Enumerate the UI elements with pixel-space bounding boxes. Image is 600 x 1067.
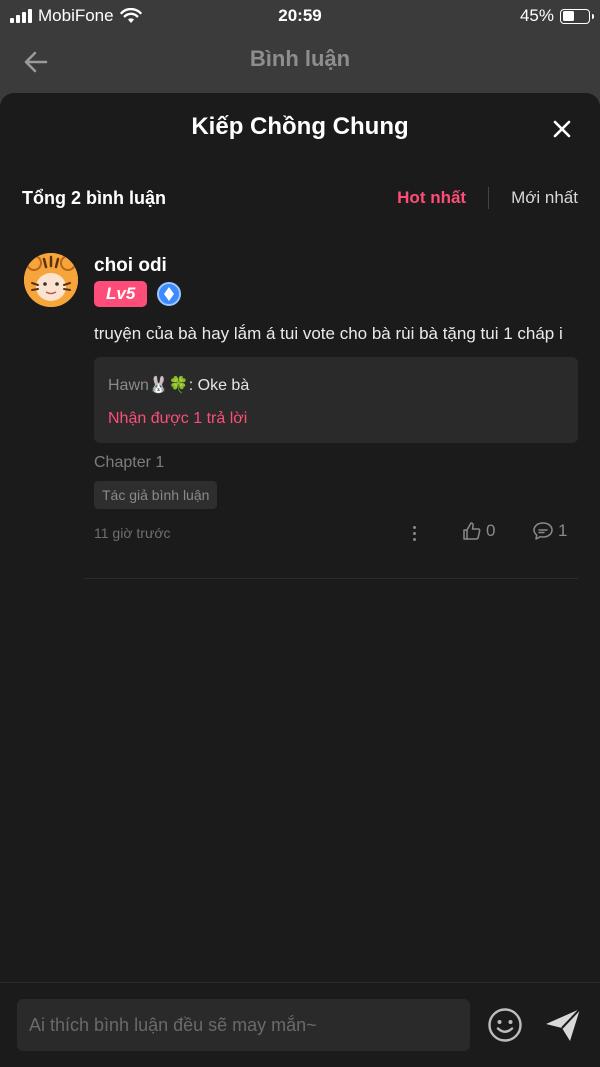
comments-summary-row: Tổng 2 bình luận Hot nhất Mới nhất xyxy=(22,185,578,211)
reply-count: 1 xyxy=(558,521,568,540)
status-bar: MobiFone 20:59 45% xyxy=(0,0,600,32)
sort-divider xyxy=(488,187,490,209)
comment-total: Tổng 2 bình luận xyxy=(22,187,166,208)
wifi-icon xyxy=(119,8,142,23)
battery-fill xyxy=(562,11,574,21)
tiger-avatar-icon xyxy=(24,253,78,307)
reply-line: Hawn🐰🍀: Oke bà xyxy=(108,373,564,399)
status-left: MobiFone xyxy=(10,6,142,26)
view-replies-link[interactable]: Nhận được 1 trả lời xyxy=(108,407,564,431)
reply-button[interactable]: 1 xyxy=(532,521,567,541)
tab-hot[interactable]: Hot nhất xyxy=(397,188,466,208)
user-badges: Lv5 xyxy=(94,281,578,307)
tab-newest[interactable]: Mới nhất xyxy=(511,188,578,208)
thumbs-up-icon xyxy=(463,522,481,540)
nav-title: Bình luận xyxy=(249,46,351,71)
battery-icon xyxy=(560,8,594,24)
avatar[interactable] xyxy=(24,253,78,307)
comment-username[interactable]: choi odi xyxy=(94,253,578,279)
sort-tabs: Hot nhất Mới nhất xyxy=(397,187,578,209)
carrier-name: MobiFone xyxy=(38,6,114,25)
close-button[interactable] xyxy=(548,115,576,143)
diamond-badge-icon xyxy=(157,282,182,306)
story-title: Kiếp Chồng Chung xyxy=(191,113,409,140)
more-options-icon[interactable] xyxy=(406,523,422,543)
like-count: 0 xyxy=(486,521,496,540)
like-button[interactable]: 0 xyxy=(462,521,495,541)
reply-text: Oke bà xyxy=(197,377,250,394)
emoji-icon[interactable] xyxy=(487,1007,523,1043)
comment-bubble-icon xyxy=(533,522,553,540)
comment-input[interactable] xyxy=(17,999,470,1051)
close-icon xyxy=(553,120,571,138)
reply-separator: : xyxy=(188,377,198,394)
send-icon[interactable] xyxy=(544,1007,582,1043)
level-badge: Lv5 xyxy=(94,281,148,307)
comment-body: choi odi Lv5 truyện của bà hay lắm á tui… xyxy=(94,253,578,545)
signal-icon xyxy=(10,9,32,23)
reply-preview[interactable]: Hawn🐰🍀: Oke bà Nhận được 1 trả lời xyxy=(94,357,578,443)
battery-percent: 45% xyxy=(519,6,554,25)
chapter-label[interactable]: Chapter 1 xyxy=(94,451,578,475)
author-comment-tag: Tác giả bình luận xyxy=(94,481,218,509)
status-right: 45% xyxy=(519,6,594,26)
reply-author: Hawn🐰🍀 xyxy=(108,377,189,394)
comment-meta-row: 11 giờ trước 0 1 xyxy=(94,521,578,545)
comment-divider xyxy=(84,578,578,579)
comment-time: 11 giờ trước xyxy=(94,525,171,541)
comment-input-bar xyxy=(0,982,600,1067)
top-nav: Bình luận xyxy=(0,32,600,92)
comment-text: truyện của bà hay lắm á tui vote cho bà … xyxy=(94,324,563,343)
comments-sheet: Kiếp Chồng Chung Tổng 2 bình luận Hot nh… xyxy=(0,93,600,1067)
